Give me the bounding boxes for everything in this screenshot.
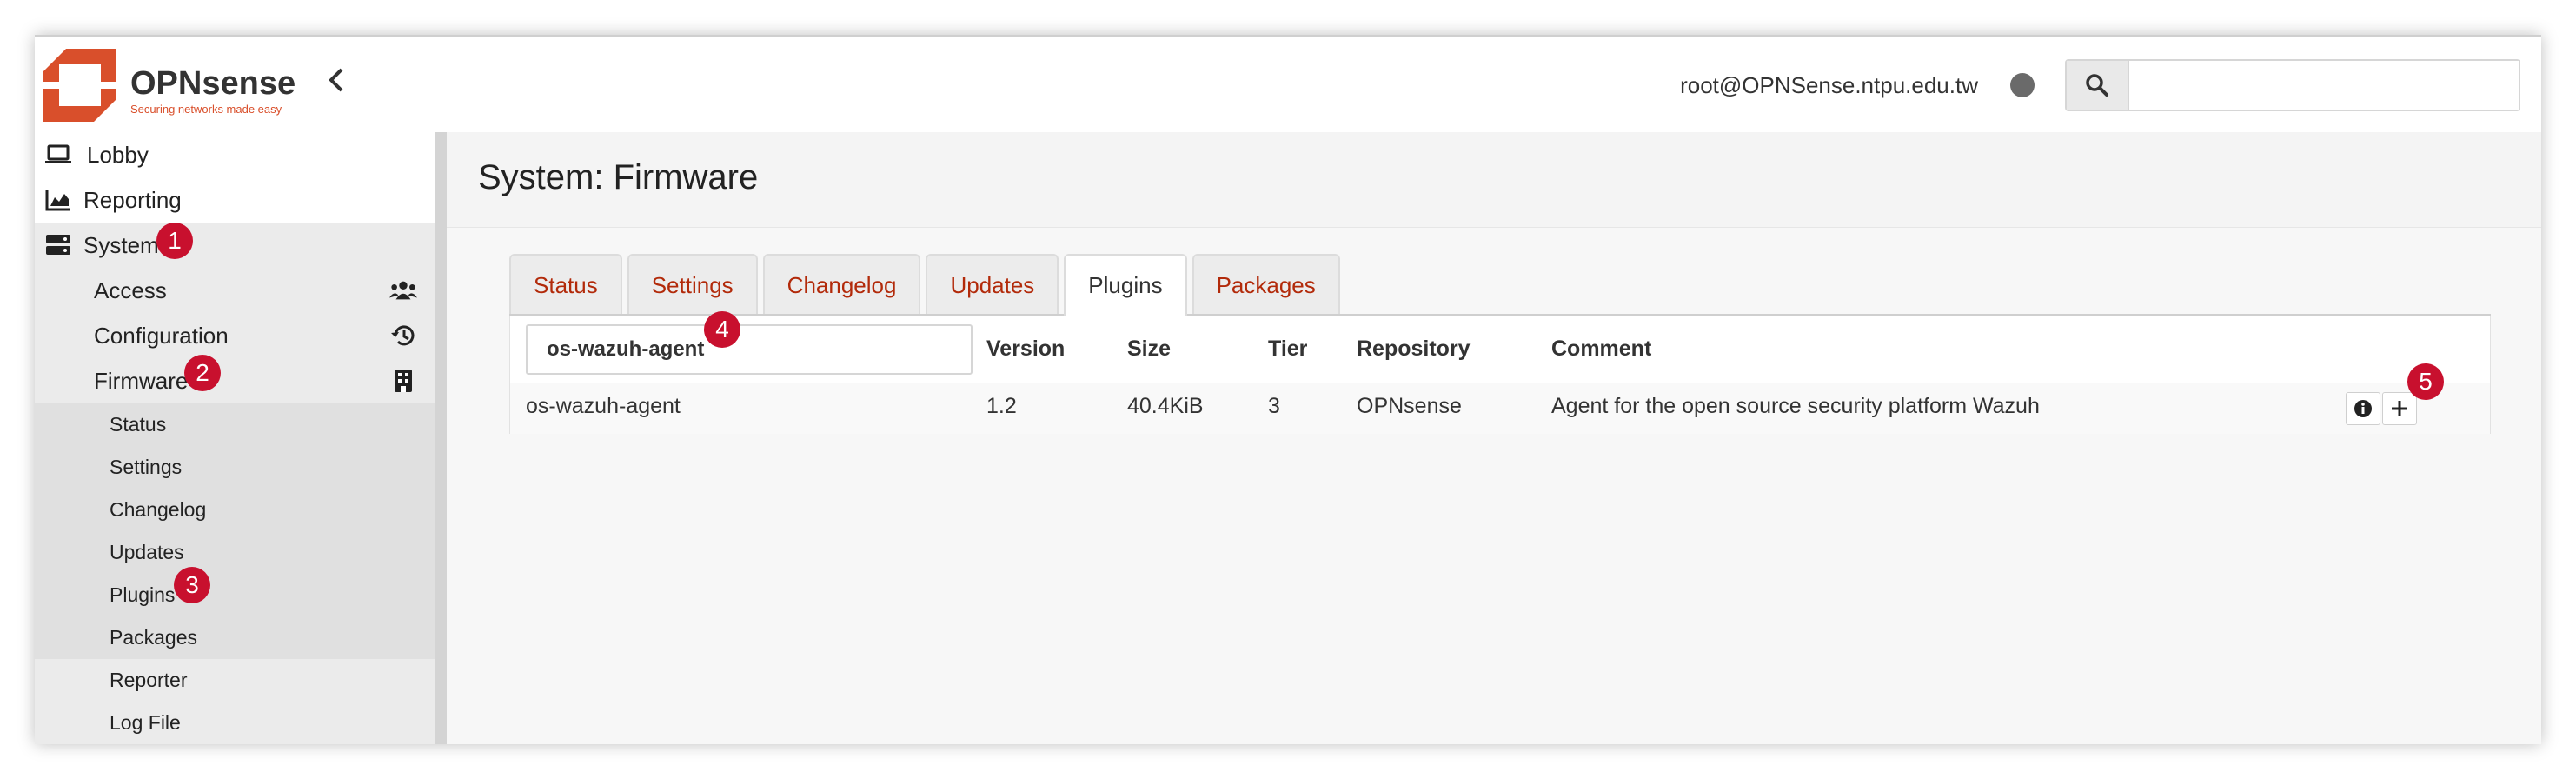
sidebar-item-lobby[interactable]: Lobby xyxy=(35,132,435,177)
sidebar-subitem-log-file[interactable]: Log File xyxy=(35,702,435,744)
tab-packages[interactable]: Packages xyxy=(1192,254,1340,315)
sidebar-item-label: Reporting xyxy=(83,186,182,213)
building-icon xyxy=(389,369,417,393)
table-header: os-wazuh-agent Version Size Tier Reposit… xyxy=(510,316,2490,383)
tab-status[interactable]: Status xyxy=(509,254,622,315)
sidebar-item-reporting[interactable]: Reporting xyxy=(35,177,435,223)
annotation-badge-2: 2 xyxy=(184,355,221,391)
main-content: System: Firmware Status Settings Changel… xyxy=(447,132,2541,744)
users-icon xyxy=(389,278,417,303)
sidebar-item-configuration[interactable]: Configuration xyxy=(35,313,435,358)
app-window: OPNsense Securing networks made easy roo… xyxy=(35,35,2541,744)
status-indicator-icon[interactable] xyxy=(2010,73,2035,97)
cell-name: os-wazuh-agent xyxy=(526,394,681,418)
cell-tier: 3 xyxy=(1268,394,1280,418)
user-menu[interactable]: root@OPNSense.ntpu.edu.tw xyxy=(1680,68,1978,103)
sidebar-item-firmware[interactable]: Firmware xyxy=(35,358,435,403)
sidebar-subitem-packages[interactable]: Packages xyxy=(35,616,435,659)
plugin-filter-input[interactable]: os-wazuh-agent xyxy=(526,324,973,375)
cell-version: 1.2 xyxy=(986,394,1017,418)
sidebar-item-label: Firmware xyxy=(94,367,189,394)
annotation-badge-5: 5 xyxy=(2407,363,2444,400)
sidebar-scrollbar[interactable] xyxy=(435,132,447,744)
sidebar-subitem-changelog[interactable]: Changelog xyxy=(35,489,435,531)
cell-repository: OPNsense xyxy=(1357,394,1462,418)
sidebar-subitem-reporter[interactable]: Reporter xyxy=(35,659,435,702)
sidebar: Lobby Reporting System Access Configurat… xyxy=(35,132,435,744)
install-plugin-button[interactable] xyxy=(2382,392,2417,425)
annotation-badge-3: 3 xyxy=(174,567,210,603)
plugin-info-button[interactable] xyxy=(2346,392,2380,425)
tab-updates[interactable]: Updates xyxy=(926,254,1059,315)
sidebar-subitem-settings[interactable]: Settings xyxy=(35,446,435,489)
search-button[interactable] xyxy=(2067,61,2129,110)
sidebar-subitem-plugins[interactable]: Plugins xyxy=(35,574,435,616)
column-header-repository[interactable]: Repository xyxy=(1357,336,1471,362)
server-icon xyxy=(43,233,73,257)
info-icon xyxy=(2354,400,2372,417)
page-title-bar: System: Firmware xyxy=(447,132,2541,228)
sidebar-item-label: Configuration xyxy=(94,322,229,349)
plugins-table: os-wazuh-agent Version Size Tier Reposit… xyxy=(509,316,2491,434)
sidebar-subitem-status[interactable]: Status xyxy=(35,403,435,446)
annotation-badge-4: 4 xyxy=(704,311,740,348)
cell-size: 40.4KiB xyxy=(1127,394,1204,418)
search-icon xyxy=(2086,74,2108,97)
page-title: System: Firmware xyxy=(478,158,759,196)
sidebar-item-label: System xyxy=(83,231,159,258)
column-header-comment[interactable]: Comment xyxy=(1551,336,1651,362)
cell-comment: Agent for the open source security platf… xyxy=(1551,394,2040,418)
search-input[interactable] xyxy=(2129,61,2519,110)
sidebar-item-label: Lobby xyxy=(87,141,149,168)
search-box xyxy=(2065,59,2520,111)
column-header-size[interactable]: Size xyxy=(1127,336,1171,362)
collapse-sidebar-button[interactable] xyxy=(315,59,358,103)
sidebar-item-system[interactable]: System xyxy=(35,223,435,268)
opnsense-logo[interactable]: OPNsense Securing networks made easy xyxy=(42,47,302,125)
chevron-left-icon xyxy=(329,68,343,92)
history-icon xyxy=(389,323,417,348)
table-row[interactable]: os-wazuh-agent 1.2 40.4KiB 3 OPNsense Ag… xyxy=(510,383,2490,434)
column-header-version[interactable]: Version xyxy=(986,336,1065,362)
column-header-tier[interactable]: Tier xyxy=(1268,336,1307,362)
sidebar-subitem-updates[interactable]: Updates xyxy=(35,531,435,574)
tagline-text: Securing networks made easy xyxy=(130,103,282,116)
laptop-icon xyxy=(43,143,73,167)
tab-changelog[interactable]: Changelog xyxy=(762,254,921,315)
top-header: OPNsense Securing networks made easy roo… xyxy=(35,35,2541,132)
tab-bar: Status Settings Changelog Updates Plugin… xyxy=(509,254,1345,316)
plus-icon xyxy=(2392,401,2407,416)
tab-plugins[interactable]: Plugins xyxy=(1064,254,1187,316)
sidebar-item-access[interactable]: Access xyxy=(35,268,435,313)
chart-icon xyxy=(43,188,73,212)
brand-text: OPNsense xyxy=(130,65,295,102)
sidebar-item-label: Access xyxy=(94,276,167,303)
tab-settings[interactable]: Settings xyxy=(627,254,758,315)
annotation-badge-1: 1 xyxy=(156,223,193,259)
